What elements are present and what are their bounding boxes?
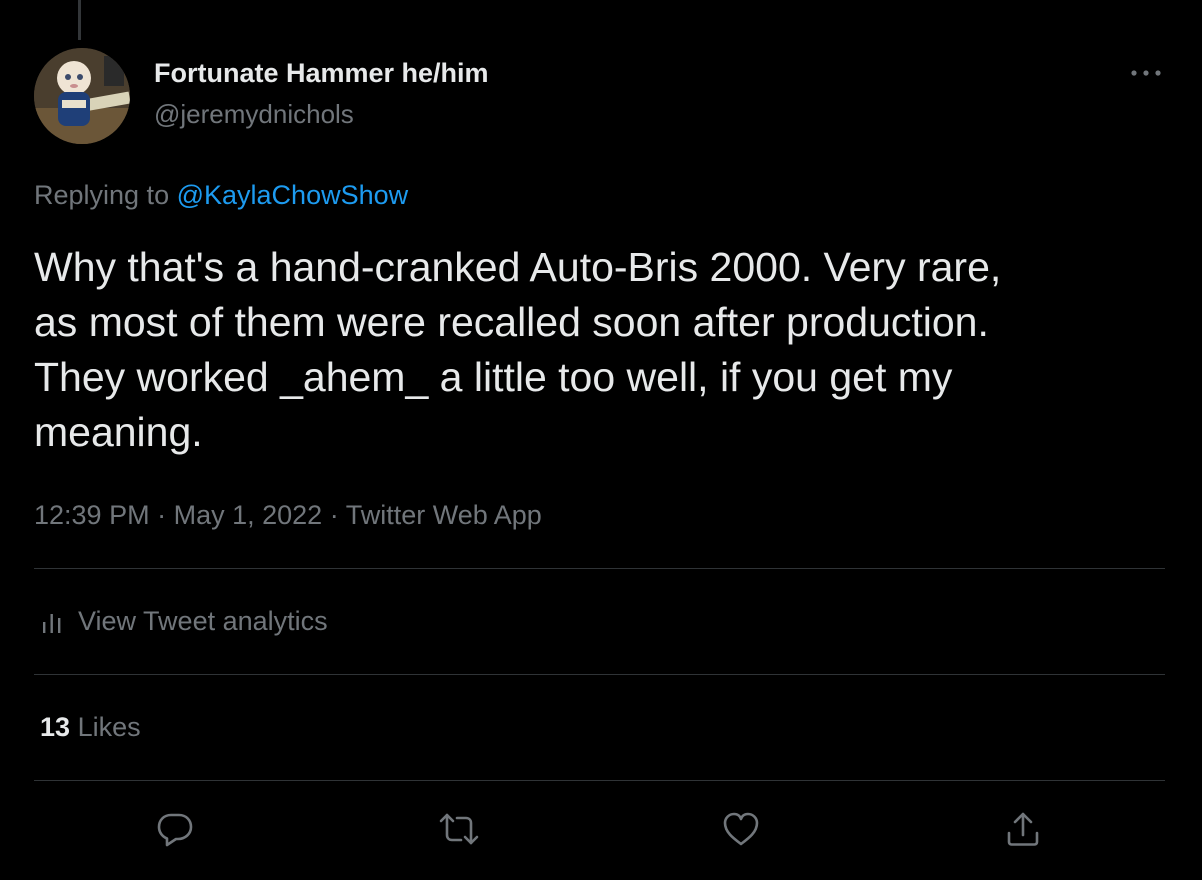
tweet-source[interactable]: Twitter Web App: [346, 500, 542, 530]
author-handle[interactable]: @jeremydnichols: [154, 99, 354, 130]
tweet-metadata: 12:39 PM · May 1, 2022 · Twitter Web App: [34, 500, 542, 531]
meta-separator: ·: [157, 500, 167, 530]
reply-button[interactable]: [152, 808, 198, 850]
tweet-text-line: They worked _ahem_ a little too well, if…: [34, 354, 953, 400]
tweet-text: Why that's a hand-cranked Auto-Bris 2000…: [34, 240, 1164, 460]
divider: [34, 568, 1165, 569]
reply-mention-link[interactable]: @KaylaChowShow: [177, 180, 409, 210]
avatar[interactable]: [34, 48, 130, 144]
replying-to-label: Replying to: [34, 180, 170, 210]
more-horizontal-icon: [1131, 70, 1161, 76]
divider: [34, 674, 1165, 675]
likes-label: Likes: [77, 712, 141, 742]
replying-to: Replying to @KaylaChowShow: [34, 180, 408, 211]
view-analytics-label: View Tweet analytics: [78, 606, 328, 636]
bar-chart-icon: [43, 613, 61, 633]
tweet-text-line: meaning.: [34, 409, 203, 455]
meta-separator: ·: [329, 500, 339, 530]
thread-connector-line: [78, 0, 81, 40]
divider: [34, 780, 1165, 781]
like-button[interactable]: [718, 808, 764, 850]
retweet-button[interactable]: [436, 808, 482, 850]
tweet-time[interactable]: 12:39 PM: [34, 500, 150, 530]
tweet-date[interactable]: May 1, 2022: [174, 500, 323, 530]
more-options-button[interactable]: [1126, 58, 1166, 88]
author-display-name[interactable]: Fortunate Hammer he/him: [154, 58, 489, 89]
heart-icon: [723, 812, 759, 846]
view-analytics-link[interactable]: View Tweet analytics: [40, 606, 328, 637]
share-button[interactable]: [1000, 808, 1046, 850]
tweet-text-line: as most of them were recalled soon after…: [34, 299, 989, 345]
retweet-icon: [439, 813, 479, 845]
share-icon: [1007, 812, 1039, 846]
likes-stat[interactable]: 13 Likes: [40, 712, 141, 743]
likes-count: 13: [40, 712, 71, 742]
reply-bubble-icon: [157, 813, 193, 847]
tweet-text-line: Why that's a hand-cranked Auto-Bris 2000…: [34, 244, 1002, 290]
